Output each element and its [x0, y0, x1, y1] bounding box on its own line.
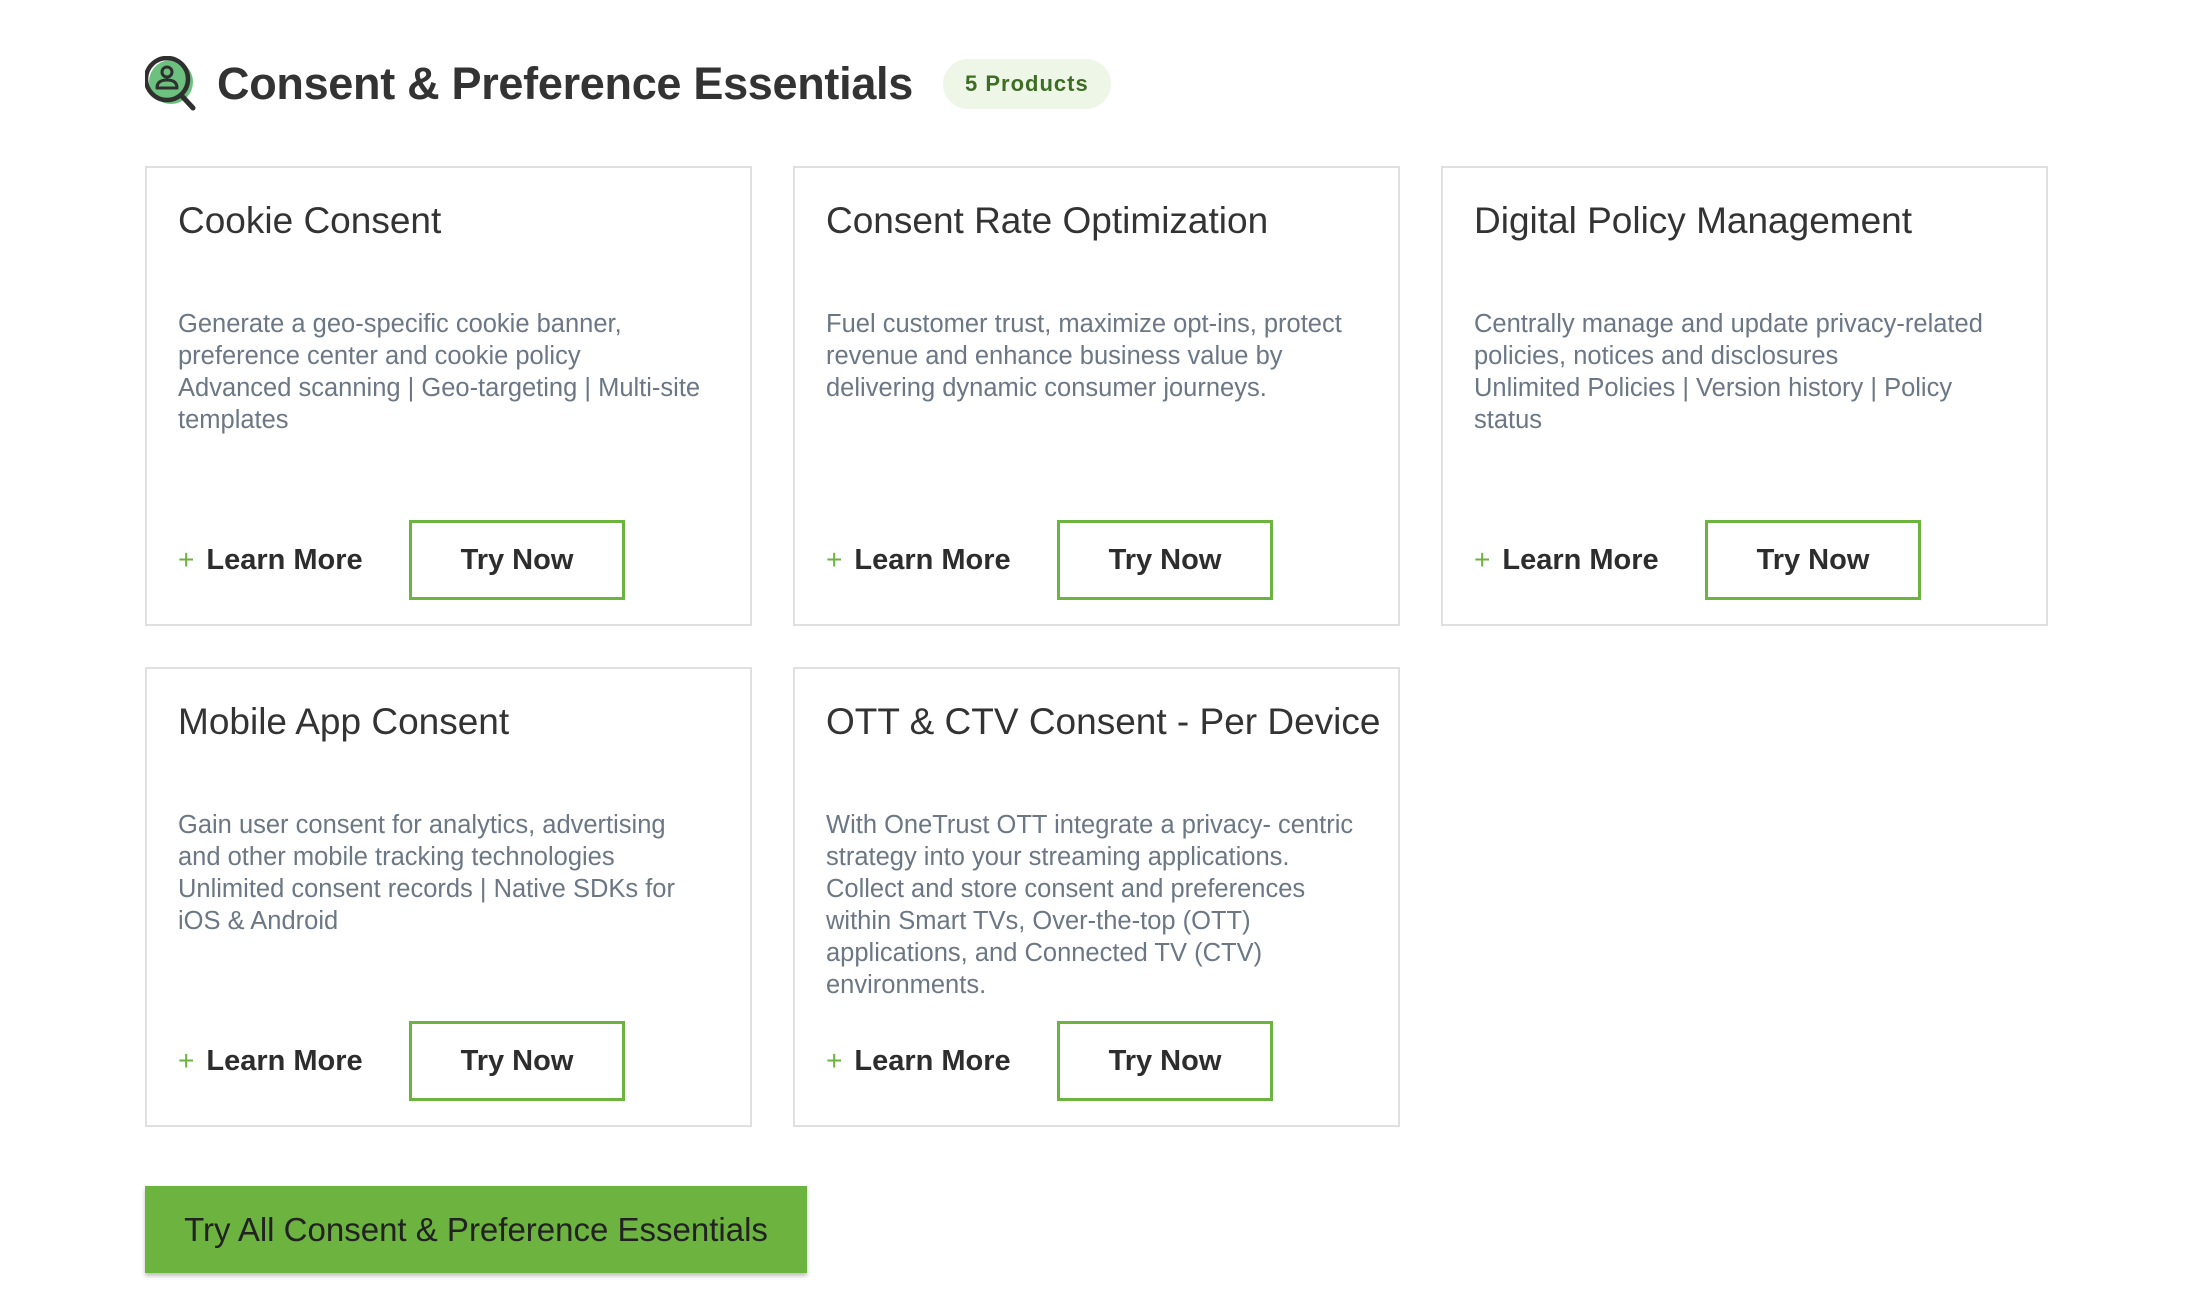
description-line: Centrally manage and update privacy-rela…	[1474, 310, 1983, 338]
card-description: Gain user consent for analytics, adverti…	[178, 809, 744, 937]
user-search-icon	[145, 56, 199, 112]
description-line: Generate a geo-specific cookie banner,	[178, 310, 622, 338]
product-grid: Cookie Consent Generate a geo-specific c…	[145, 166, 2048, 1127]
description-line: templates	[178, 406, 289, 434]
description-line: environments.	[826, 971, 987, 999]
product-card-ott-ctv-consent: OTT & CTV Consent - Per Device With OneT…	[793, 667, 1400, 1127]
learn-more-link[interactable]: + Learn More	[826, 1045, 1057, 1078]
card-title: OTT & CTV Consent - Per Device	[826, 701, 1381, 742]
learn-more-label: Learn More	[854, 543, 1011, 576]
description-line: iOS & Android	[178, 907, 339, 935]
description-line: within Smart TVs, Over-the-top (OTT)	[826, 907, 1251, 935]
try-now-button[interactable]: Try Now	[1057, 520, 1273, 600]
description-line: preference center and cookie policy	[178, 342, 581, 370]
description-line: and other mobile tracking technologies	[178, 843, 615, 871]
section-title: Consent & Preference Essentials	[217, 58, 913, 109]
card-description: With OneTrust OTT integrate a privacy- c…	[826, 809, 1392, 1001]
product-card-mobile-app-consent: Mobile App Consent Gain user consent for…	[145, 667, 752, 1127]
try-now-button[interactable]: Try Now	[409, 520, 625, 600]
product-card-digital-policy-management: Digital Policy Management Centrally mana…	[1441, 166, 2048, 626]
learn-more-label: Learn More	[1502, 543, 1659, 576]
card-title: Mobile App Consent	[178, 701, 510, 742]
try-now-button[interactable]: Try Now	[1705, 520, 1921, 600]
learn-more-label: Learn More	[854, 1044, 1011, 1077]
description-line: With OneTrust OTT integrate a privacy- c…	[826, 811, 1354, 839]
product-card-cookie-consent: Cookie Consent Generate a geo-specific c…	[145, 166, 752, 626]
plus-icon: +	[178, 1045, 195, 1076]
learn-more-link[interactable]: + Learn More	[178, 1045, 409, 1078]
learn-more-label: Learn More	[206, 543, 363, 576]
learn-more-link[interactable]: + Learn More	[178, 544, 409, 577]
try-now-button[interactable]: Try Now	[1057, 1021, 1273, 1101]
learn-more-label: Learn More	[206, 1044, 363, 1077]
description-line: Unlimited consent records | Native SDKs …	[178, 875, 675, 903]
description-line: strategy into your streaming application…	[826, 843, 1290, 871]
plus-icon: +	[178, 544, 195, 575]
plus-icon: +	[826, 544, 843, 575]
try-now-button[interactable]: Try Now	[409, 1021, 625, 1101]
description-line: Gain user consent for analytics, adverti…	[178, 811, 666, 839]
description-line: revenue and enhance business value by	[826, 342, 1283, 370]
description-line: Fuel customer trust, maximize opt-ins, p…	[826, 310, 1342, 338]
card-description: Centrally manage and update privacy-rela…	[1474, 308, 2040, 436]
card-actions: + Learn More Try Now	[826, 1021, 1273, 1101]
try-all-button[interactable]: Try All Consent & Preference Essentials	[145, 1186, 807, 1273]
card-title: Consent Rate Optimization	[826, 200, 1269, 241]
card-title: Digital Policy Management	[1474, 200, 1913, 241]
card-description: Fuel customer trust, maximize opt-ins, p…	[826, 308, 1392, 404]
description-line: status	[1474, 406, 1543, 434]
learn-more-link[interactable]: + Learn More	[1474, 544, 1705, 577]
description-line: applications, and Connected TV (CTV)	[826, 939, 1263, 967]
description-line: Advanced scanning | Geo-targeting | Mult…	[178, 374, 701, 402]
description-line: delivering dynamic consumer journeys.	[826, 374, 1267, 402]
product-count-badge: 5 Products	[942, 59, 1111, 109]
plus-icon: +	[826, 1045, 843, 1076]
card-title: Cookie Consent	[178, 200, 442, 241]
description-line: Collect and store consent and preference…	[826, 875, 1306, 903]
card-actions: + Learn More Try Now	[826, 520, 1273, 600]
plus-icon: +	[1474, 544, 1491, 575]
section-header: Consent & Preference Essentials 5 Produc…	[145, 56, 1111, 112]
description-line: Unlimited Policies | Version history | P…	[1474, 374, 1953, 402]
description-line: policies, notices and disclosures	[1474, 342, 1839, 370]
card-description: Generate a geo-specific cookie banner, p…	[178, 308, 744, 436]
learn-more-link[interactable]: + Learn More	[826, 544, 1057, 577]
card-actions: + Learn More Try Now	[1474, 520, 1921, 600]
card-actions: + Learn More Try Now	[178, 1021, 625, 1101]
product-card-consent-rate-optimization: Consent Rate Optimization Fuel customer …	[793, 166, 1400, 626]
card-actions: + Learn More Try Now	[178, 520, 625, 600]
consent-preference-essentials-page: Consent & Preference Essentials 5 Produc…	[0, 0, 2210, 1316]
